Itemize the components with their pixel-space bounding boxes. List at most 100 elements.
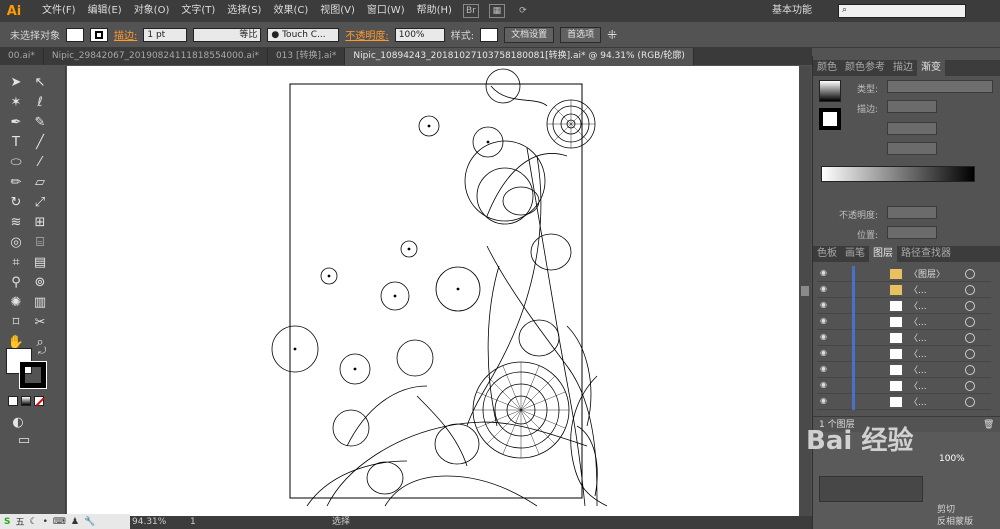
layer-row-item[interactable]: ◉ 〈...	[817, 314, 991, 330]
tab-color-guide[interactable]: 颜色参考	[841, 60, 889, 76]
tab-layers[interactable]: 图层	[869, 246, 897, 262]
vertical-scroll-thumb[interactable]	[801, 286, 809, 296]
eye-icon[interactable]: ◉	[820, 268, 832, 278]
stroke-profile-select[interactable]: 等比	[193, 27, 262, 42]
mesh-icon[interactable]: ⌗	[6, 252, 26, 272]
status-zoom[interactable]: 94.31%	[132, 516, 166, 529]
target-icon[interactable]	[965, 333, 975, 343]
ime-logo-icon[interactable]: S	[4, 517, 10, 527]
gradient-opacity-field[interactable]	[887, 206, 937, 219]
tab-swatches[interactable]: 色板	[813, 246, 841, 262]
ellipse-icon[interactable]: ⬭	[6, 152, 26, 172]
opacity-field[interactable]: 100%	[394, 27, 445, 42]
curvature-icon[interactable]: ✎	[30, 112, 50, 132]
eye-icon[interactable]: ◉	[820, 300, 832, 310]
tab-doc-2[interactable]: Nipic_29842067_20190824111818554000.ai*	[44, 48, 268, 65]
layer-row-group[interactable]: ◉ 〈...	[817, 282, 991, 298]
line-icon[interactable]: ╱	[30, 132, 50, 152]
stroke-weight-field[interactable]: 1 pt	[143, 27, 188, 42]
graph-icon[interactable]: ▥	[30, 292, 50, 312]
menu-window[interactable]: 窗口(W)	[361, 0, 411, 22]
skin-icon[interactable]: ♟	[71, 517, 79, 527]
tab-pathfinder[interactable]: 路径查找器	[897, 246, 955, 262]
slice-icon[interactable]: ✂	[30, 312, 50, 332]
fill-swatch[interactable]	[66, 27, 84, 42]
brush-icon[interactable]: ⁄	[30, 152, 50, 172]
bridge-icon[interactable]: Br	[462, 4, 479, 18]
menu-view[interactable]: 视图(V)	[314, 0, 361, 22]
target-icon[interactable]	[965, 349, 975, 359]
width-icon[interactable]: ≋	[6, 212, 26, 232]
sync-icon[interactable]: ⟳	[515, 4, 531, 18]
scale-icon[interactable]: ⤢	[30, 192, 50, 212]
free-transform-icon[interactable]: ⊞	[30, 212, 50, 232]
tab-doc-3[interactable]: 013 [转换].ai*	[268, 48, 346, 65]
preferences-button[interactable]: 首选项	[560, 26, 602, 43]
type-icon[interactable]: T	[6, 132, 26, 152]
symbol-sprayer-icon[interactable]: ✺	[6, 292, 26, 312]
eye-icon[interactable]: ◉	[820, 332, 832, 342]
menu-edit[interactable]: 编辑(E)	[82, 0, 128, 22]
eye-icon[interactable]: ◉	[820, 396, 832, 406]
menu-help[interactable]: 帮助(H)	[411, 0, 458, 22]
menu-object[interactable]: 对象(O)	[128, 0, 176, 22]
layer-row-item[interactable]: ◉ 〈...	[817, 362, 991, 378]
layer-row-item[interactable]: ◉ 〈...	[817, 346, 991, 362]
tools-icon[interactable]: 🔧	[84, 517, 95, 527]
menu-file[interactable]: 文件(F)	[36, 0, 82, 22]
menu-effect[interactable]: 效果(C)	[267, 0, 314, 22]
layer-row-main[interactable]: ◉ 〈图层〉	[817, 266, 991, 282]
tab-gradient[interactable]: 渐变	[917, 60, 945, 76]
artboard-icon[interactable]: ⌑	[6, 312, 26, 332]
arrange-documents-icon[interactable]: ▦	[488, 4, 505, 18]
status-page[interactable]: 1	[190, 516, 196, 529]
eye-icon[interactable]: ◉	[820, 364, 832, 374]
target-icon[interactable]	[965, 269, 975, 279]
eye-icon[interactable]: ◉	[820, 348, 832, 358]
layer-row-item[interactable]: ◉ 〈...	[817, 298, 991, 314]
align-icon[interactable]: ⁜	[607, 28, 617, 42]
gradient-type-select[interactable]	[887, 80, 993, 93]
gradient-aspect-field[interactable]	[887, 142, 937, 155]
transparency-thumbnail[interactable]	[819, 476, 923, 502]
target-icon[interactable]	[965, 285, 975, 295]
invert-mask-option[interactable]: 反相蒙版	[937, 514, 973, 527]
target-icon[interactable]	[965, 301, 975, 311]
style-swatch[interactable]	[480, 27, 499, 42]
eye-icon[interactable]: ◉	[820, 380, 832, 390]
color-mode-icons[interactable]	[8, 396, 45, 407]
perspective-icon[interactable]: ⌸	[30, 232, 50, 252]
pencil-icon[interactable]: ✏	[6, 172, 26, 192]
tab-doc-1[interactable]: 00.ai*	[0, 48, 44, 65]
layer-row-item[interactable]: ◉ 〈...	[817, 378, 991, 394]
selection-tool-icon[interactable]: ➤	[6, 72, 26, 92]
gradient-fill-stroke[interactable]	[819, 108, 841, 130]
gradient-slider[interactable]	[821, 166, 975, 182]
target-icon[interactable]	[965, 317, 975, 327]
screen-mode-icon[interactable]: ▭	[14, 430, 34, 450]
layer-row-item[interactable]: ◉ 〈...	[817, 330, 991, 346]
magic-wand-icon[interactable]: ✶	[6, 92, 26, 112]
gradient-icon[interactable]: ▤	[30, 252, 50, 272]
document-setup-button[interactable]: 文档设置	[504, 26, 555, 43]
workspace-switcher[interactable]: 基本功能	[772, 0, 812, 22]
keyboard-icon[interactable]: ⌨	[53, 517, 66, 527]
punct-icon[interactable]: •	[43, 517, 48, 527]
tab-doc-4[interactable]: Nipic_10894243_20181027103758180081[转换].…	[345, 48, 694, 65]
search-input[interactable]: ⌕	[838, 4, 966, 18]
gradient-stroke-field[interactable]	[887, 100, 937, 113]
gradient-preview[interactable]	[819, 80, 841, 102]
swap-colors-icon[interactable]: ⤾	[38, 346, 46, 357]
trash-icon[interactable]: 🗑	[983, 417, 994, 433]
eye-icon[interactable]: ◉	[820, 316, 832, 326]
artboard-canvas[interactable]	[67, 66, 799, 516]
target-icon[interactable]	[965, 381, 975, 391]
blend-icon[interactable]: ⊚	[30, 272, 50, 292]
moon-icon[interactable]: ☾	[30, 517, 38, 527]
tab-color[interactable]: 颜色	[813, 60, 841, 76]
target-icon[interactable]	[965, 365, 975, 375]
transparency-zoom[interactable]: 100%	[939, 454, 965, 464]
opacity-label[interactable]: 不透明度:	[345, 27, 388, 42]
stroke-swatch[interactable]	[90, 27, 108, 42]
brush-select[interactable]: ● Touch C...	[267, 27, 340, 42]
